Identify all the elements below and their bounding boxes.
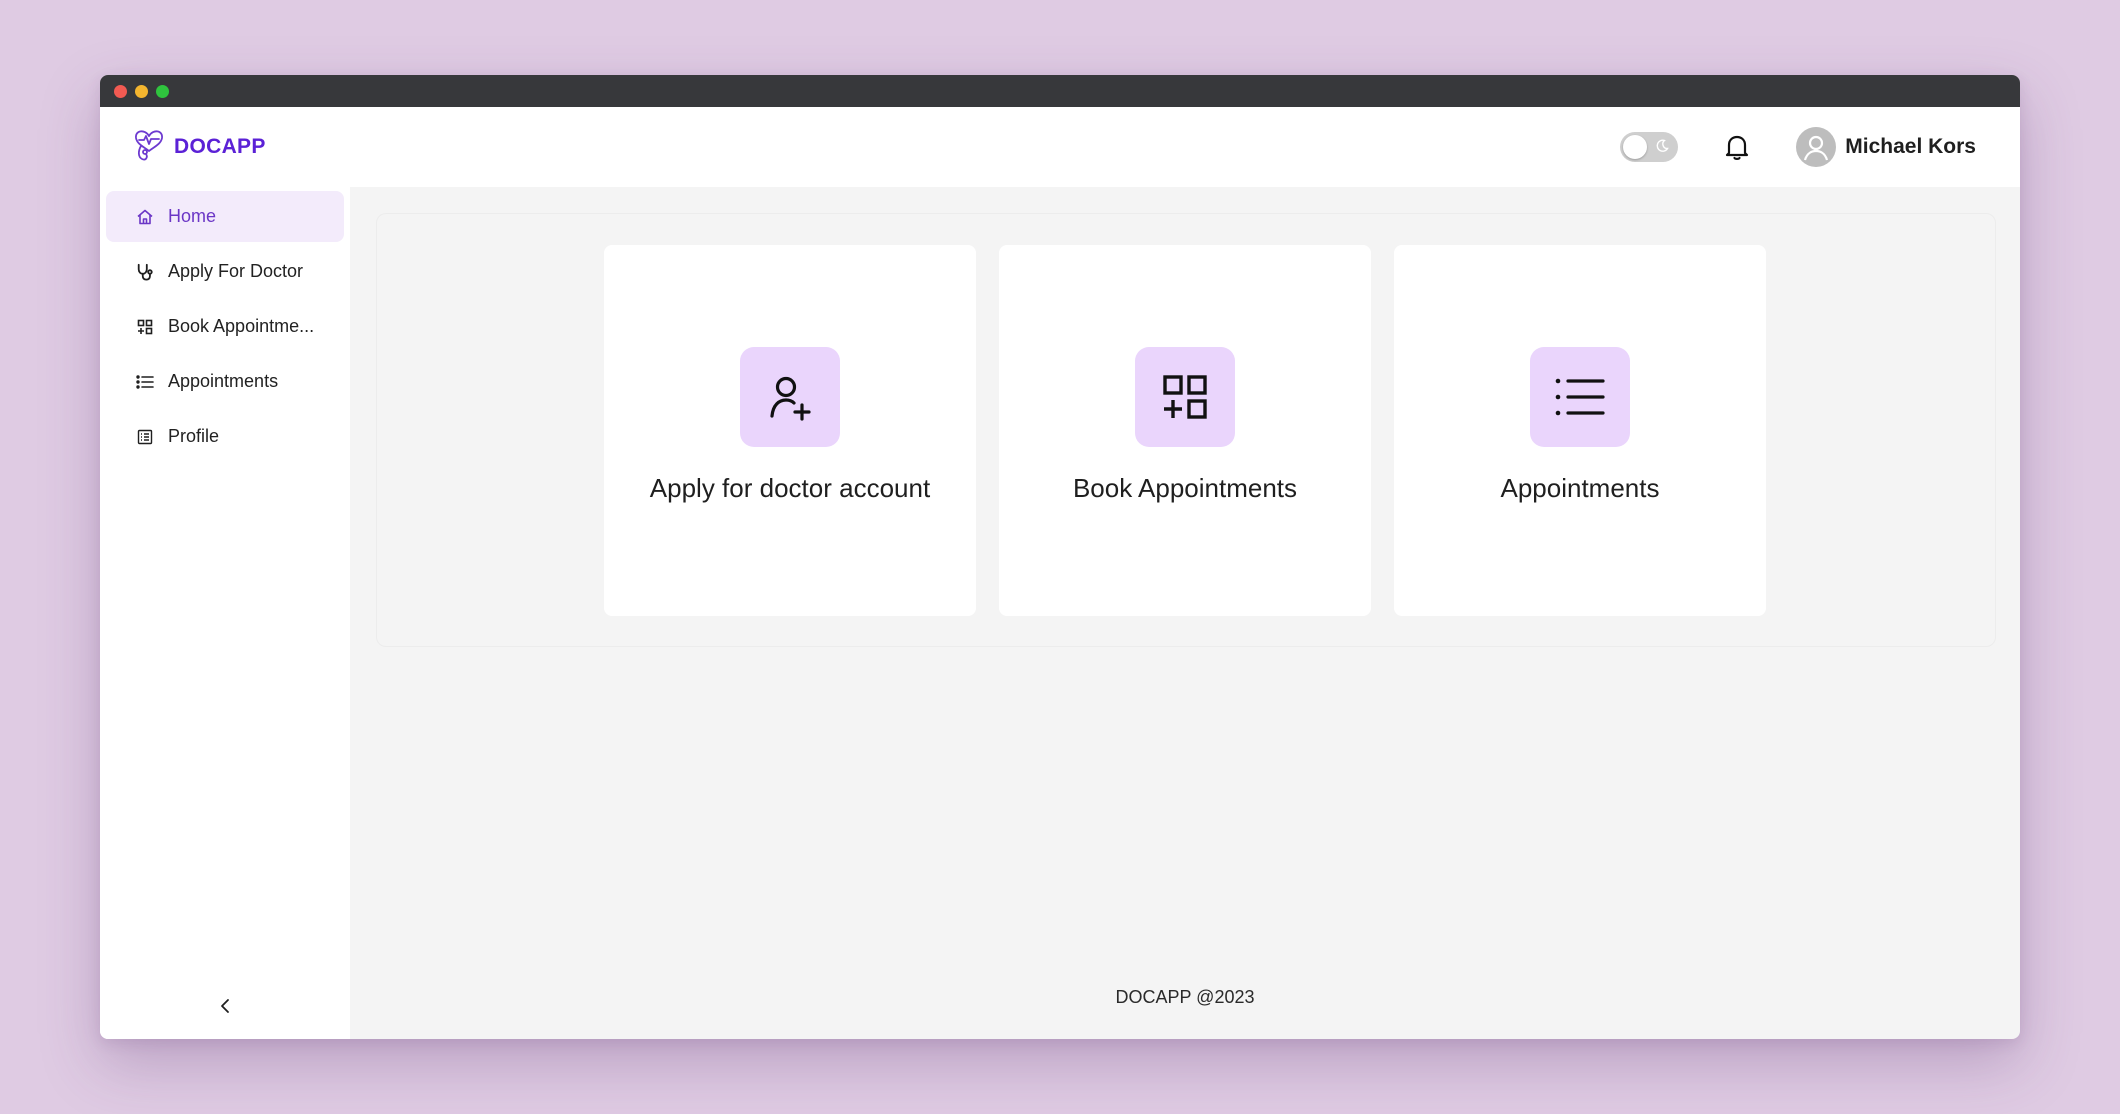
grid-plus-icon (136, 318, 154, 336)
list-icon (1530, 347, 1630, 447)
card-title: Book Appointments (1072, 473, 1298, 503)
user-menu[interactable]: Michael Kors (1796, 127, 1976, 167)
bell-icon[interactable] (1724, 133, 1750, 161)
sidebar-item-label: Profile (168, 426, 220, 446)
top-header: DOCAPP Michael Kors (100, 107, 2020, 187)
theme-toggle[interactable] (1620, 132, 1679, 162)
sidebar-item-apply-for-doctor[interactable]: Apply For Doctor (106, 246, 344, 297)
card-appointments[interactable]: Appointments (1394, 245, 1766, 616)
user-name: Michael Kors (1845, 135, 1976, 158)
card-apply-doctor[interactable]: Apply for doctor account (604, 245, 976, 616)
heart-stethoscope-logo-icon (132, 127, 166, 168)
card-book-appointments[interactable]: Book Appointments (999, 245, 1371, 616)
footer-text: DOCAPP @2023 (1115, 987, 1255, 1007)
sidebar-item-appointments[interactable]: Appointments (106, 356, 344, 407)
close-window-button[interactable] (114, 84, 127, 98)
card-title: Apply for doctor account (649, 473, 931, 503)
sidebar-item-label: Apply For Doctor (168, 261, 304, 281)
chevron-left-icon (218, 998, 232, 1019)
moon-icon (1655, 139, 1670, 158)
sidebar-item-profile[interactable]: Profile (106, 411, 344, 462)
browser-window: DOCAPP Michael Kors Home Apply For Docto… (100, 75, 2020, 1039)
sidebar: Home Apply For Doctor Book Appointme... (100, 187, 350, 1039)
brand-name: DOCAPP (174, 135, 266, 158)
minimize-window-button[interactable] (135, 84, 148, 98)
sidebar-item-label: Appointments (168, 371, 279, 391)
maximize-window-button[interactable] (156, 84, 169, 98)
sidebar-item-label: Home (168, 206, 217, 226)
sidebar-item-label: Book Appointme... (168, 316, 315, 336)
sidebar-item-book-appointment[interactable]: Book Appointme... (106, 301, 344, 352)
grid-plus-icon (1135, 347, 1235, 447)
home-cards: Apply for doctor account Book Appointmen… (604, 245, 1766, 616)
sidebar-item-home[interactable]: Home (106, 191, 344, 242)
profile-card-icon (136, 428, 154, 446)
window-titlebar (100, 75, 2020, 107)
user-avatar-icon (1796, 127, 1837, 167)
card-title: Appointments (1500, 473, 1660, 503)
sidebar-collapse-button[interactable] (100, 998, 350, 1019)
toggle-knob (1623, 135, 1648, 159)
brand-logo-link[interactable]: DOCAPP (132, 127, 266, 168)
user-plus-icon (740, 347, 840, 447)
list-icon (136, 373, 154, 391)
stethoscope-icon (136, 263, 154, 281)
home-icon (136, 208, 154, 226)
